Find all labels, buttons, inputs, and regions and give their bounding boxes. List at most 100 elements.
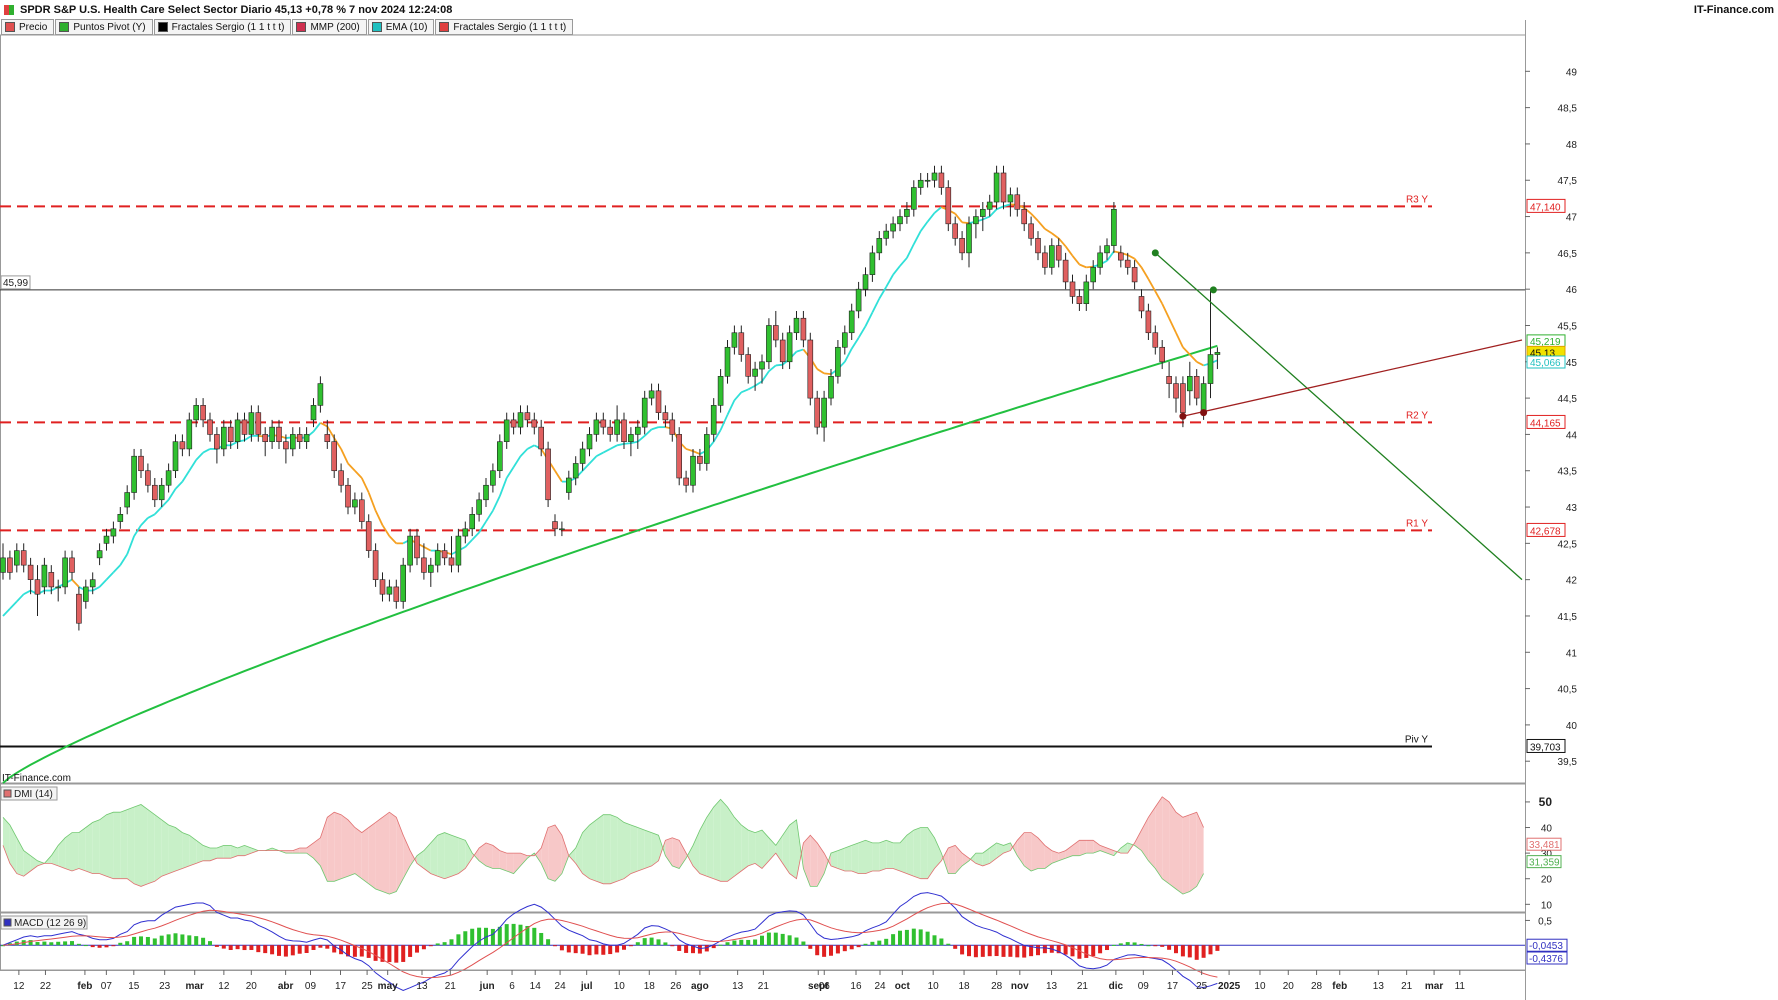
x-tick-label: 10 <box>614 981 626 992</box>
candle-body <box>434 550 441 566</box>
macd-histogram-bar <box>898 930 902 946</box>
legend-item[interactable]: Fractales Sergio (1 1 t t t) <box>435 19 574 35</box>
ema10-segment <box>581 462 591 472</box>
macd-histogram-bar <box>1125 942 1130 946</box>
x-tick-label: 26 <box>670 981 682 992</box>
ema10-segment <box>899 257 908 267</box>
macd-histogram-bar <box>760 935 764 946</box>
macd-histogram-bar <box>270 945 275 955</box>
candle-body <box>358 499 365 522</box>
macd-histogram-bar <box>1063 945 1068 955</box>
dmi-fill <box>630 825 638 874</box>
candle-body <box>931 172 938 181</box>
candle-body <box>207 419 213 435</box>
candle-body <box>234 419 241 442</box>
macd-histogram-bar <box>918 929 923 946</box>
macd-histogram-bar <box>1160 945 1165 947</box>
dmi-fill <box>748 830 756 866</box>
dmi-fill <box>789 819 797 879</box>
ema10-segment <box>174 481 184 490</box>
candle-body <box>717 376 724 406</box>
legend-item[interactable]: EMA (10) <box>367 19 435 35</box>
ema10-segment <box>1037 220 1046 230</box>
candle-body <box>172 441 179 472</box>
macd-histogram-bar <box>1132 942 1137 946</box>
macd-histogram-bar <box>166 934 171 946</box>
dmi-fill <box>1189 812 1197 892</box>
ema10-segment <box>692 450 701 455</box>
candle-body <box>262 434 269 442</box>
dmi-fill <box>1182 814 1190 895</box>
dmi-fill <box>58 837 66 869</box>
ema10-segment <box>367 492 377 511</box>
ema10-segment <box>374 510 384 526</box>
macd-histogram-bar <box>63 941 68 946</box>
macd-histogram-bar <box>173 933 178 946</box>
macd-histogram-bar <box>90 945 95 948</box>
candle-body <box>552 521 558 530</box>
macd-histogram-bar <box>1180 945 1185 957</box>
candle-body <box>7 557 13 573</box>
candle-body <box>221 426 227 450</box>
macd-histogram-bar <box>801 941 806 946</box>
legend-item[interactable]: MMP (200) <box>292 19 367 35</box>
dmi-fill <box>1024 832 1032 871</box>
macd-histogram-bar <box>1215 945 1220 951</box>
candle-body <box>1028 223 1034 239</box>
ema10-segment <box>844 348 853 363</box>
candle-body <box>690 455 696 486</box>
macd-histogram-bar <box>152 938 157 946</box>
legend-item[interactable]: Fractales Sergio (1 1 t t t) <box>153 19 292 35</box>
dmi-y-tick-label: 10 <box>1541 900 1553 911</box>
candle-body <box>966 223 972 254</box>
candle-body <box>352 499 358 508</box>
candle-body <box>289 434 296 450</box>
ema10-segment <box>71 579 80 588</box>
candle-body <box>524 412 531 421</box>
x-tick-label: 13 <box>732 981 744 992</box>
pivot-name: R2 Y <box>1406 410 1428 421</box>
ema10-segment <box>982 215 991 221</box>
dmi-fill <box>893 842 900 871</box>
macd-histogram-bar <box>456 934 461 946</box>
dmi-fill <box>161 819 169 877</box>
ema10-segment <box>885 274 894 288</box>
macd-histogram-bar <box>608 945 613 955</box>
x-tick-label: feb <box>1332 981 1347 992</box>
candle-body <box>310 405 317 421</box>
macd-histogram-bar <box>263 945 268 954</box>
macd-histogram-bar <box>856 945 861 948</box>
y-tick-label: 41 <box>1566 648 1578 659</box>
candle-body <box>483 484 489 501</box>
x-tick-label: 10 <box>928 981 940 992</box>
macd-histogram-bar <box>794 937 799 946</box>
candle-body <box>1152 332 1159 348</box>
dmi-fill <box>375 817 383 892</box>
legend-item[interactable]: Precio <box>1 19 55 35</box>
ema10-segment <box>154 506 163 515</box>
macd-histogram-bar <box>208 941 212 946</box>
legend-label: EMA (10) <box>385 21 428 33</box>
chart-canvas[interactable]: 39,5 40 40,5 41 41,5 42 42,5 43 43,5 44 44,5 45 45,5… <box>0 0 1778 1000</box>
candle-body <box>131 455 137 493</box>
macd-line <box>2 892 1218 992</box>
macd-histogram-bar <box>1187 945 1192 958</box>
x-tick-label: 21 <box>445 981 457 992</box>
legend-item[interactable]: Puntos Pivot (Y) <box>55 19 153 35</box>
ema10-segment <box>140 517 149 526</box>
dmi-fill <box>389 812 397 895</box>
macd-histogram-bar <box>290 945 295 956</box>
y-tick-label: 43 <box>1566 503 1578 514</box>
dmi-fill <box>900 835 907 874</box>
ema10-segment <box>388 535 397 544</box>
y-tick-label: 40 <box>1566 721 1578 732</box>
candle-body <box>800 317 807 341</box>
brand-label[interactable]: IT-Finance.com <box>1694 0 1774 20</box>
ema10-segment <box>1175 332 1184 348</box>
dmi-fill <box>1044 845 1052 869</box>
candle-body <box>200 405 206 421</box>
x-tick-label: 24 <box>555 981 567 992</box>
macd-histogram-bar <box>49 942 54 946</box>
dmi-fill <box>906 830 914 877</box>
dmi-fill <box>113 812 121 879</box>
